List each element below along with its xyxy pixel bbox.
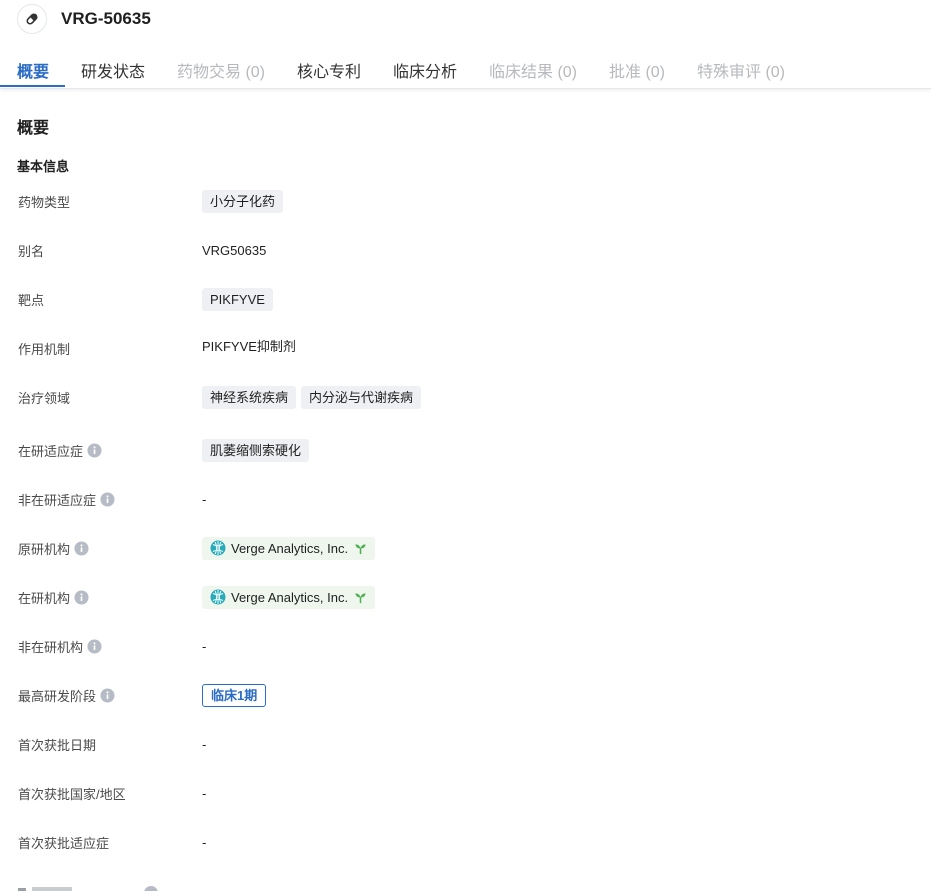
row-first-approval-indication: 首次获批适应症 - <box>0 827 931 857</box>
field-value: - <box>202 785 207 801</box>
tab-clinical-analysis[interactable]: 临床分析 <box>393 58 457 82</box>
field-value: PIKFYVE抑制剂 <box>202 338 296 354</box>
field-label: 靶点 <box>18 292 45 308</box>
organization-logo-icon <box>210 540 226 556</box>
field-value: VRG50635 <box>202 242 267 258</box>
field-label: 首次获批日期 <box>18 737 97 753</box>
section-title-overview: 概要 <box>17 120 50 137</box>
field-value: - <box>202 638 207 654</box>
info-icon[interactable] <box>100 491 115 507</box>
subsection-title-basic-info: 基本信息 <box>17 159 70 174</box>
field-label: 治疗领域 <box>18 390 71 406</box>
field-value: 临床1期 <box>202 680 267 710</box>
field-label: 非在研适应症 <box>18 484 115 514</box>
row-target: 靶点 PIKFYVE <box>0 284 931 314</box>
field-label-text: 最高研发阶段 <box>18 688 97 704</box>
row-first-approval-date: 首次获批日期 - <box>0 729 931 759</box>
organization-name: Verge Analytics, Inc. <box>231 540 349 556</box>
phase-badge[interactable]: 临床1期 <box>202 683 267 707</box>
tab-approvals[interactable]: 批准 (0) <box>609 58 665 82</box>
row-originator: 原研机构 Verge Analytics, Inc. <box>0 533 931 563</box>
row-first-approval-country: 首次获批国家/地区 - <box>0 778 931 808</box>
tag-therapeutic-area[interactable]: 神经系统疾病 <box>202 385 297 409</box>
row-therapeutic-area: 治疗领域 神经系统疾病 内分泌与代谢疾病 <box>0 382 931 412</box>
field-value: Verge Analytics, Inc. <box>202 533 376 563</box>
row-alias: 别名 VRG50635 <box>0 235 931 265</box>
info-icon[interactable] <box>87 638 102 654</box>
tab-special-review[interactable]: 特殊审评 (0) <box>697 58 785 82</box>
field-value: - <box>202 491 207 507</box>
next-row-cutoff <box>18 878 168 896</box>
field-label: 非在研机构 <box>18 631 102 661</box>
field-label: 在研机构 <box>18 582 89 612</box>
info-icon[interactable] <box>74 540 89 556</box>
field-label: 药物类型 <box>18 194 71 210</box>
info-icon[interactable] <box>100 687 115 703</box>
field-value: Verge Analytics, Inc. <box>202 582 376 612</box>
field-value: - <box>202 736 207 752</box>
tab-overview[interactable]: 概要 <box>17 58 49 82</box>
row-inactive-indication: 非在研适应症 - <box>0 484 931 514</box>
tag-drug-type[interactable]: 小分子化药 <box>202 189 284 213</box>
row-highest-phase: 最高研发阶段 临床1期 <box>0 680 931 710</box>
page-title: VRG-50635 <box>61 9 151 28</box>
field-value: 神经系统疾病 内分泌与代谢疾病 <box>202 382 426 412</box>
row-active-org: 在研机构 Verge Analytics, Inc. <box>0 582 931 612</box>
field-value: 肌萎缩侧索硬化 <box>202 435 314 465</box>
tab-bar: 概要 研发状态 药物交易 (0) 核心专利 临床分析 临床结果 (0) 批准 (… <box>0 46 931 89</box>
org-chip[interactable]: Verge Analytics, Inc. <box>202 536 376 560</box>
sprout-icon <box>354 542 367 555</box>
org-chip[interactable]: Verge Analytics, Inc. <box>202 585 376 609</box>
field-label-text: 原研机构 <box>18 541 71 557</box>
field-label-text: 非在研适应症 <box>18 492 97 508</box>
field-label-text: 非在研机构 <box>18 639 84 655</box>
page-header: VRG-50635 <box>0 0 931 40</box>
organization-logo-icon <box>210 589 226 605</box>
field-label: 别名 <box>18 243 45 259</box>
pill-icon <box>17 4 47 34</box>
active-tab-indicator <box>0 85 65 87</box>
field-label: 原研机构 <box>18 533 89 563</box>
field-label: 首次获批国家/地区 <box>18 786 126 802</box>
row-active-indication: 在研适应症 肌萎缩侧索硬化 <box>0 435 931 465</box>
tag-target[interactable]: PIKFYVE <box>202 287 273 311</box>
row-mechanism: 作用机制 PIKFYVE抑制剂 <box>0 330 931 360</box>
field-value: 小分子化药 <box>202 186 288 216</box>
organization-name: Verge Analytics, Inc. <box>231 589 349 605</box>
field-label-text: 在研适应症 <box>18 443 84 459</box>
field-label: 首次获批适应症 <box>18 835 110 851</box>
field-value: PIKFYVE <box>202 284 278 314</box>
field-label-text: 在研机构 <box>18 590 71 606</box>
info-icon[interactable] <box>74 589 89 605</box>
tag-indication[interactable]: 肌萎缩侧索硬化 <box>202 438 310 462</box>
row-drug-type: 药物类型 小分子化药 <box>0 186 931 216</box>
field-label: 在研适应症 <box>18 435 102 465</box>
field-label: 作用机制 <box>18 341 71 357</box>
tab-drug-deals[interactable]: 药物交易 (0) <box>177 58 265 82</box>
field-value: - <box>202 834 207 850</box>
info-icon[interactable] <box>87 442 102 458</box>
tab-clinical-results[interactable]: 临床结果 (0) <box>489 58 577 82</box>
tab-rd-status[interactable]: 研发状态 <box>81 58 145 82</box>
tag-therapeutic-area[interactable]: 内分泌与代谢疾病 <box>301 385 422 409</box>
tab-core-patents[interactable]: 核心专利 <box>297 58 361 82</box>
sprout-icon <box>354 591 367 604</box>
field-label: 最高研发阶段 <box>18 680 115 710</box>
row-inactive-org: 非在研机构 - <box>0 631 931 661</box>
